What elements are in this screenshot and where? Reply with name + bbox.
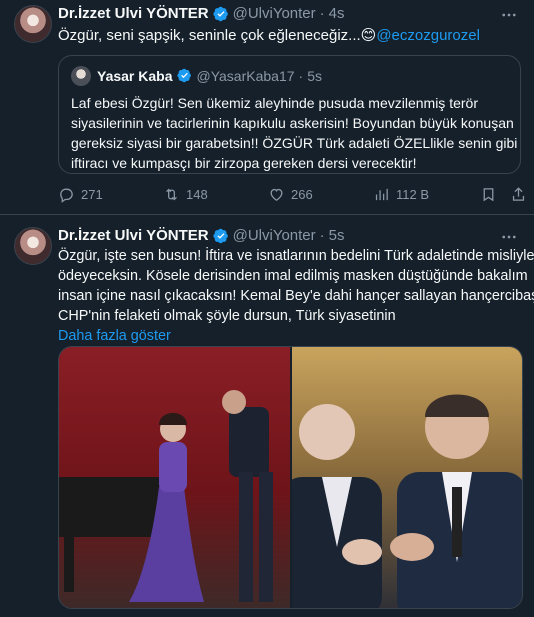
separator-dot: ·: [319, 227, 325, 244]
quote-author-handle: @YasarKaba17: [196, 68, 295, 84]
bookmark-icon: [483, 188, 494, 202]
quote-line: Laf ebesi Özgür! Sen ükemiz aleyhinde pu…: [71, 95, 478, 111]
reply-button[interactable]: 271: [58, 186, 103, 203]
author-handle[interactable]: @UlviYonter: [233, 5, 316, 22]
author-name[interactable]: Dr.İzzet Ulvi YÖNTER: [58, 227, 209, 244]
tweet-text: Özgür, seni şapşik, seninle çok eğlenece…: [58, 26, 480, 46]
tweet-header: Dr.İzzet Ulvi YÖNTER @UlviYonter · 4s: [58, 5, 344, 22]
tweet-divider: [0, 214, 534, 215]
quote-header: Yasar Kaba @YasarKaba17 · 5s: [97, 68, 322, 84]
quote-avatar[interactable]: [71, 66, 91, 86]
avatar[interactable]: [14, 227, 52, 265]
timestamp[interactable]: 4s: [329, 5, 345, 22]
tweet-body: Özgür, seni şapşik, seninle çok eğlenece…: [58, 27, 361, 44]
tweet-photo-1[interactable]: [59, 347, 290, 608]
share-button[interactable]: [510, 186, 533, 203]
tweet-line: Özgür, işte sen busun! İftira ve isnatla…: [58, 248, 534, 264]
tweet-actions: 271 148 266 112 B: [58, 186, 534, 206]
quote-author-name[interactable]: Yasar Kaba: [97, 68, 173, 84]
views-count: 112 B: [396, 187, 430, 202]
views-button[interactable]: 112 B: [373, 186, 429, 203]
quoted-tweet[interactable]: Yasar Kaba @YasarKaba17 · 5s Laf ebesi Ö…: [58, 55, 521, 174]
verified-badge-icon: [176, 68, 193, 84]
verified-badge-icon: [213, 6, 229, 22]
reply-icon: [60, 188, 73, 203]
author-handle[interactable]: @UlviYonter: [233, 227, 316, 244]
retweet-count: 148: [186, 187, 208, 202]
tweet-line: CHP'nin felaketi olmak şöyle dursun, Tür…: [58, 308, 396, 324]
show-more-link[interactable]: Daha fazla göster: [58, 326, 528, 346]
mention-link[interactable]: @eczozgurozel: [376, 27, 480, 44]
share-icon: [512, 187, 525, 201]
quote-line: siyasilerinin ve tacirlerinin kapıkulu a…: [71, 115, 514, 131]
avatar[interactable]: [14, 5, 52, 43]
more-icon[interactable]: [500, 6, 518, 29]
quote-timestamp: 5s: [307, 68, 322, 84]
like-button[interactable]: 266: [268, 186, 313, 203]
tweet-text: Özgür, işte sen busun! İftira ve isnatla…: [58, 246, 534, 346]
verified-badge-icon: [213, 228, 229, 244]
views-icon: [375, 188, 388, 201]
bookmark-button[interactable]: [480, 186, 503, 203]
separator-dot: ·: [319, 5, 325, 22]
smile-emoji: 😊: [360, 27, 377, 44]
reply-count: 271: [81, 187, 103, 202]
retweet-icon: [166, 188, 177, 201]
timestamp[interactable]: 5s: [329, 227, 345, 244]
tweet-line: ödeyeceksin. Kösele derisinden imal edil…: [58, 268, 528, 284]
media-grid: [58, 346, 523, 609]
author-name[interactable]: Dr.İzzet Ulvi YÖNTER: [58, 5, 209, 22]
separator-dot: ·: [298, 68, 304, 84]
tweet[interactable]: Dr.İzzet Ulvi YÖNTER @UlviYonter · 4s Öz…: [0, 0, 534, 214]
like-icon: [270, 188, 283, 201]
tweet-header: Dr.İzzet Ulvi YÖNTER @UlviYonter · 5s: [58, 227, 344, 244]
retweet-button[interactable]: 148: [163, 186, 208, 203]
quote-line: iftiracı ve kumpasçı bir zirzopa gereken…: [71, 155, 417, 171]
tweet-photo-2[interactable]: [282, 347, 522, 608]
tweet-line: insan içine nasıl çıkacaksın! Kemal Bey'…: [58, 288, 534, 304]
quote-text: Laf ebesi Özgür! Sen ükemiz aleyhinde pu…: [71, 93, 518, 173]
quote-line: gereksiz siyasi bir garabetsin!! ÖZGÜR T…: [71, 135, 518, 151]
like-count: 266: [291, 187, 313, 202]
